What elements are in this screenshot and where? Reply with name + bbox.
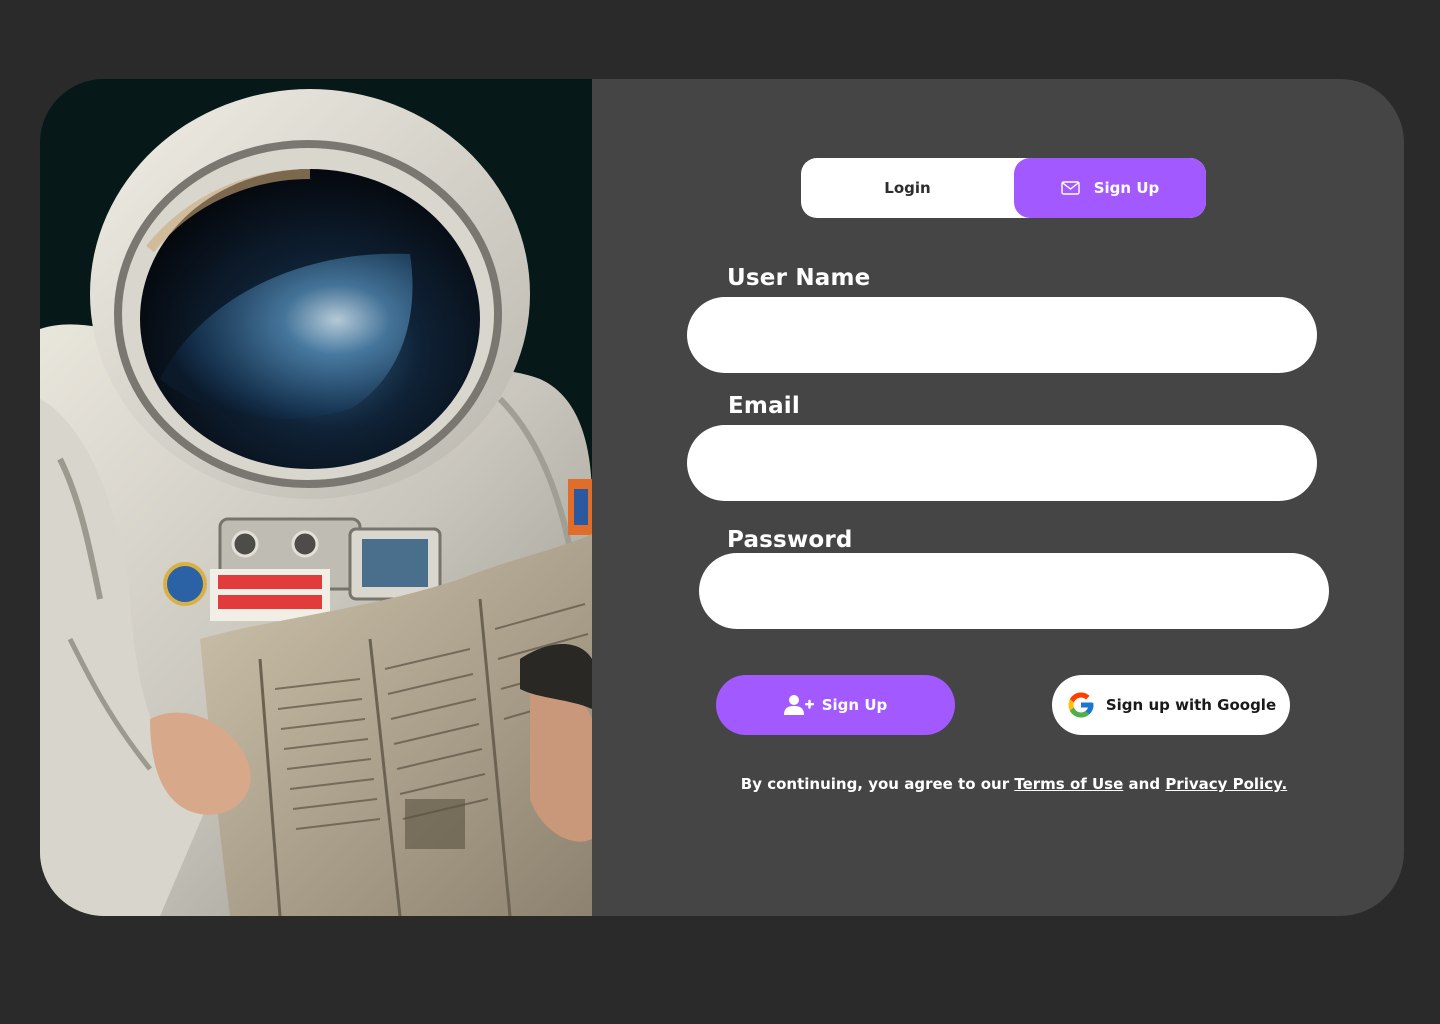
envelope-icon	[1061, 181, 1080, 195]
password-input[interactable]	[699, 553, 1329, 629]
username-label: User Name	[727, 265, 871, 291]
legal-notice: By continuing, you agree to our Terms of…	[680, 775, 1348, 793]
tab-signup[interactable]: Sign Up	[1014, 158, 1206, 218]
email-label: Email	[728, 393, 800, 419]
tab-login[interactable]: Login	[801, 158, 1014, 218]
signup-card: Login Sign Up User Name Email Password S…	[40, 79, 1404, 916]
password-label: Password	[727, 527, 853, 553]
terms-of-use-link[interactable]: Terms of Use	[1014, 775, 1123, 793]
tab-signup-label: Sign Up	[1093, 179, 1160, 197]
privacy-policy-link[interactable]: Privacy Policy.	[1165, 775, 1287, 793]
auth-tabs: Login Sign Up	[801, 158, 1206, 218]
signup-button[interactable]: Sign Up	[716, 675, 955, 735]
astronaut-image	[40, 79, 592, 916]
username-input[interactable]	[687, 297, 1317, 373]
email-input[interactable]	[687, 425, 1317, 501]
google-icon	[1068, 692, 1094, 718]
signup-button-label: Sign Up	[821, 696, 888, 714]
user-plus-icon	[783, 695, 814, 715]
legal-prefix: By continuing, you agree to our	[740, 775, 1010, 793]
google-signup-label: Sign up with Google	[1105, 696, 1277, 714]
legal-conjunction: and	[1128, 775, 1161, 793]
tab-login-label: Login	[884, 179, 931, 197]
google-signup-button[interactable]: Sign up with Google	[1052, 675, 1290, 735]
